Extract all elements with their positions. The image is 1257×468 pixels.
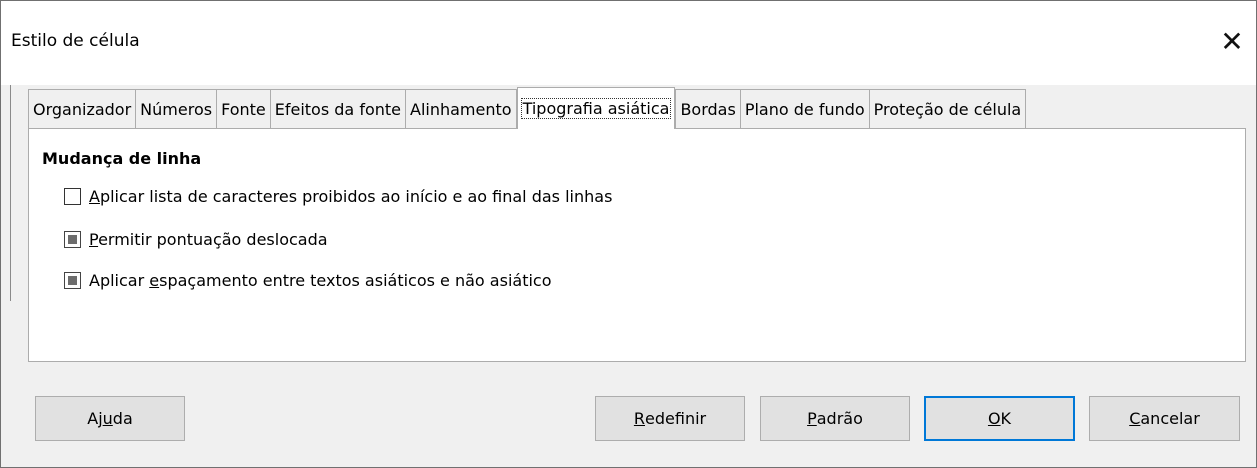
tab-alinhamento[interactable]: Alinhamento — [405, 89, 517, 129]
tab-bar: Organizador Números Fonte Efeitos da fon… — [28, 87, 1027, 129]
tab-label: Plano de fundo — [744, 100, 865, 119]
close-icon[interactable]: ✕ — [1214, 25, 1250, 59]
tab-numeros[interactable]: Números — [135, 89, 218, 129]
tab-label: Efeitos da fonte — [274, 100, 401, 119]
option-label: Aplicar espaçamento entre textos asiátic… — [89, 271, 552, 290]
option-label: Aplicar lista de caracteres proibidos ao… — [89, 187, 613, 206]
default-button[interactable]: Padrão — [760, 396, 910, 441]
tab-tipografia-asiatica[interactable]: Tipografia asiática — [516, 87, 676, 129]
tab-fonte[interactable]: Fonte — [216, 89, 271, 129]
help-button[interactable]: Aj u da — [35, 396, 185, 441]
tab-protecao-de-celula[interactable]: Proteção de célula — [868, 89, 1027, 129]
ok-button[interactable]: OK — [924, 396, 1075, 441]
tab-label: Alinhamento — [410, 100, 512, 119]
tab-label: Organizador — [33, 100, 132, 119]
reset-button[interactable]: Redefinir — [595, 396, 745, 441]
title-bar: Estilo de célula ✕ — [1, 1, 1256, 85]
checkbox-indeterminate[interactable] — [64, 272, 81, 289]
option-hanging-punctuation[interactable]: Permitir pontuação deslocada — [64, 230, 328, 249]
checkbox-unchecked[interactable] — [64, 188, 81, 205]
tab-label: Bordas — [680, 100, 736, 119]
left-edge-divider — [10, 85, 11, 301]
tab-label: Números — [140, 100, 213, 119]
dialog-title: Estilo de célula — [11, 31, 140, 51]
tab-label: Fonte — [221, 100, 266, 119]
cancel-button[interactable]: Cancelar — [1089, 396, 1240, 441]
tab-label: Tipografia asiática — [520, 98, 672, 119]
option-forbidden-chars[interactable]: Aplicar lista de caracteres proibidos ao… — [64, 187, 612, 206]
tab-label: Proteção de célula — [873, 100, 1022, 119]
tab-panel: Mudança de linha Aplicar lista de caract… — [28, 128, 1246, 362]
option-label: Permitir pontuação deslocada — [89, 230, 328, 249]
tab-organizador[interactable]: Organizador — [28, 89, 137, 129]
checkbox-indeterminate[interactable] — [64, 231, 81, 248]
tab-bordas[interactable]: Bordas — [675, 89, 741, 129]
section-title: Mudança de linha — [42, 149, 202, 168]
tab-plano-de-fundo[interactable]: Plano de fundo — [739, 89, 870, 129]
tab-efeitos-da-fonte[interactable]: Efeitos da fonte — [269, 89, 406, 129]
dialog-window: Estilo de célula ✕ Organizador Números F… — [0, 0, 1257, 468]
option-asian-spacing[interactable]: Aplicar espaçamento entre textos asiátic… — [64, 271, 552, 290]
